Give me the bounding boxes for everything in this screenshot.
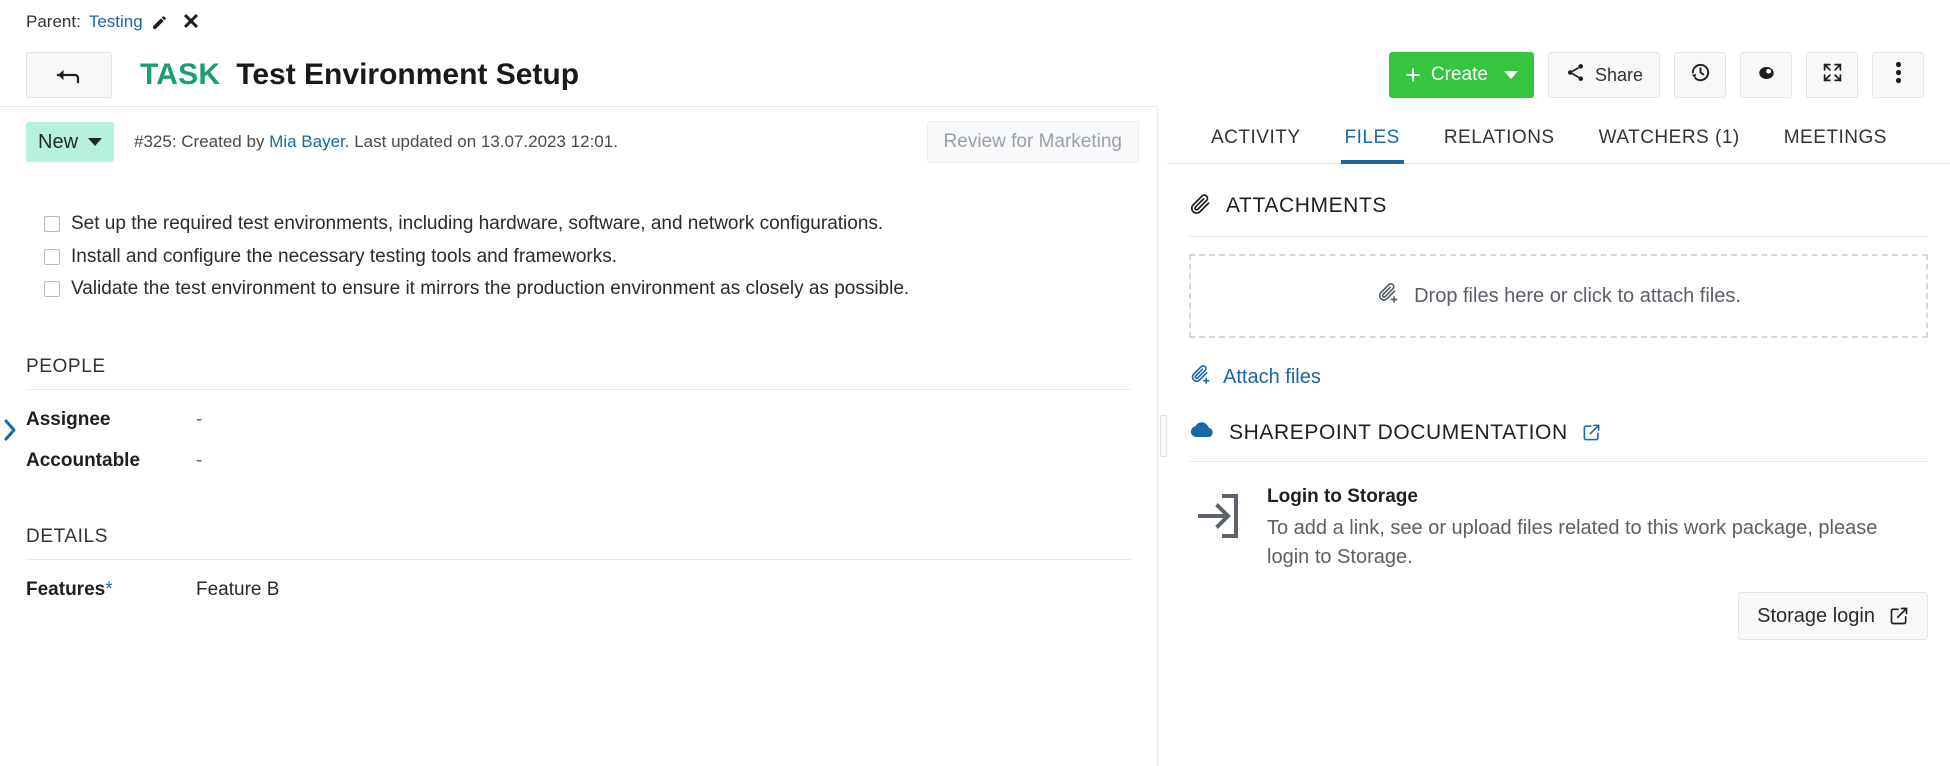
history-activity-icon	[1689, 61, 1712, 89]
review-button-label: Review for Marketing	[944, 131, 1122, 153]
back-button[interactable]	[26, 52, 112, 98]
status-badge[interactable]: New	[26, 122, 114, 162]
storage-login-description: To add a link, see or upload files relat…	[1267, 514, 1907, 572]
attachments-title: ATTACHMENTS	[1226, 194, 1387, 218]
parent-breadcrumb: Parent: Testing ✕	[0, 0, 1950, 44]
divider	[1189, 236, 1928, 237]
people-group-title: PEOPLE	[26, 356, 1131, 390]
activity-history-button[interactable]	[1674, 52, 1726, 98]
attachments-header: ATTACHMENTS	[1189, 164, 1928, 236]
pencil-icon[interactable]	[151, 14, 168, 31]
sharepoint-title: SHAREPOINT DOCUMENTATION	[1229, 421, 1568, 445]
list-item: Validate the test environment to ensure …	[44, 276, 1131, 302]
checkbox-icon[interactable]	[44, 216, 60, 232]
attribute-row-assignee: Assignee -	[26, 390, 1131, 431]
work-package-right-pane: ACTIVITY FILES RELATIONS WATCHERS (1) ME…	[1167, 106, 1950, 766]
parent-link[interactable]: Testing	[89, 12, 143, 32]
attribute-label-text: Features	[26, 579, 105, 600]
tab-files[interactable]: FILES	[1323, 127, 1422, 163]
external-link-icon	[1889, 606, 1909, 626]
creator-link[interactable]: Mia Bayer	[269, 132, 345, 151]
split-container: New #325: Created by Mia Bayer. Last upd…	[0, 106, 1950, 766]
sharepoint-section: SHAREPOINT DOCUMENTATION	[1167, 392, 1950, 640]
meta-suffix: . Last updated on 13.07.2023 12:01.	[345, 132, 618, 151]
checklist-text: Set up the required test environments, i…	[71, 211, 883, 237]
list-item: Install and configure the necessary test…	[44, 244, 1131, 270]
close-icon[interactable]: ✕	[182, 11, 200, 33]
storage-text: Login to Storage To add a link, see or u…	[1267, 486, 1928, 572]
storage-login-title: Login to Storage	[1267, 486, 1928, 508]
tab-relations[interactable]: RELATIONS	[1422, 127, 1577, 163]
create-button-label: Create	[1431, 64, 1488, 86]
cloud-icon	[1189, 420, 1215, 445]
paperclip-plus-icon	[1189, 363, 1212, 392]
title-wrap: TASK Test Environment Setup	[140, 58, 579, 92]
attribute-label: Accountable	[26, 450, 196, 472]
external-link-icon[interactable]	[1582, 423, 1601, 442]
work-package-meta: #325: Created by Mia Bayer. Last updated…	[134, 132, 618, 152]
expand-sidebar-chevron-icon[interactable]	[2, 417, 18, 443]
details-group: DETAILS Features* Feature B	[26, 526, 1131, 601]
fullscreen-button[interactable]	[1806, 52, 1858, 98]
parent-label: Parent:	[26, 12, 81, 32]
watch-button[interactable]	[1740, 52, 1792, 98]
share-button[interactable]: Share	[1548, 52, 1660, 98]
storage-login-label: Storage login	[1757, 605, 1875, 628]
attribute-label: Assignee	[26, 409, 196, 431]
sharepoint-header: SHAREPOINT DOCUMENTATION	[1189, 392, 1928, 461]
review-for-marketing-button[interactable]: Review for Marketing	[927, 121, 1139, 163]
tab-activity[interactable]: ACTIVITY	[1189, 127, 1323, 163]
attribute-row-features: Features* Feature B	[26, 560, 1131, 601]
chevron-down-icon	[88, 138, 102, 146]
meta-prefix: #325: Created by	[134, 132, 269, 151]
attribute-label: Features*	[26, 579, 196, 601]
tab-meetings[interactable]: MEETINGS	[1762, 127, 1909, 163]
page-title[interactable]: Test Environment Setup	[236, 58, 579, 92]
share-icon	[1565, 62, 1586, 88]
details-group-title: DETAILS	[26, 526, 1131, 560]
checklist-text: Install and configure the necessary test…	[71, 244, 617, 270]
plus-icon: +	[1405, 62, 1421, 89]
more-menu-button[interactable]	[1872, 52, 1924, 98]
kebab-menu-icon	[1895, 61, 1902, 89]
checklist-text: Validate the test environment to ensure …	[71, 276, 909, 302]
work-package-left-pane: New #325: Created by Mia Bayer. Last upd…	[0, 106, 1157, 766]
work-package-header: TASK Test Environment Setup + Create	[0, 44, 1950, 106]
status-badge-label: New	[38, 131, 78, 154]
chevron-down-icon[interactable]	[1504, 71, 1518, 79]
storage-login-button[interactable]: Storage login	[1738, 592, 1928, 640]
pane-splitter[interactable]	[1157, 106, 1167, 766]
description-checklist: Set up the required test environments, i…	[0, 177, 1157, 302]
paperclip-icon	[1189, 192, 1212, 220]
eye-watch-icon	[1754, 64, 1779, 87]
header-toolbar: + Create Share	[1389, 52, 1924, 98]
tab-bar: ACTIVITY FILES RELATIONS WATCHERS (1) ME…	[1167, 106, 1950, 164]
people-group: PEOPLE Assignee - Accountable -	[26, 356, 1131, 472]
share-button-label: Share	[1595, 65, 1643, 86]
attribute-row-accountable: Accountable -	[26, 431, 1131, 472]
paperclip-plus-icon	[1376, 281, 1400, 311]
splitter-grip[interactable]	[1160, 415, 1167, 457]
storage-login-block: Login to Storage To add a link, see or u…	[1189, 462, 1928, 572]
status-row: New #325: Created by Mia Bayer. Last upd…	[0, 107, 1157, 177]
attach-files-link[interactable]: Attach files	[1189, 363, 1321, 392]
required-asterisk: *	[105, 579, 112, 600]
attribute-value[interactable]: -	[196, 409, 202, 431]
checkbox-icon[interactable]	[44, 249, 60, 265]
login-arrow-icon	[1189, 486, 1245, 572]
attribute-value[interactable]: -	[196, 450, 202, 472]
create-button[interactable]: + Create	[1389, 52, 1534, 98]
attach-files-label: Attach files	[1223, 366, 1321, 389]
work-package-type: TASK	[140, 58, 220, 92]
fullscreen-icon	[1822, 62, 1843, 88]
attribute-value[interactable]: Feature B	[196, 579, 279, 601]
storage-actions: Storage login	[1189, 572, 1928, 640]
attachments-section: ATTACHMENTS Drop files here or click to …	[1167, 164, 1950, 392]
dropzone-text: Drop files here or click to attach files…	[1414, 285, 1741, 308]
list-item: Set up the required test environments, i…	[44, 211, 1131, 237]
attachment-dropzone[interactable]: Drop files here or click to attach files…	[1189, 254, 1928, 338]
tab-watchers[interactable]: WATCHERS (1)	[1577, 127, 1762, 163]
checkbox-icon[interactable]	[44, 281, 60, 297]
work-package-detail-view: Parent: Testing ✕ TASK Test Environment …	[0, 0, 1950, 766]
